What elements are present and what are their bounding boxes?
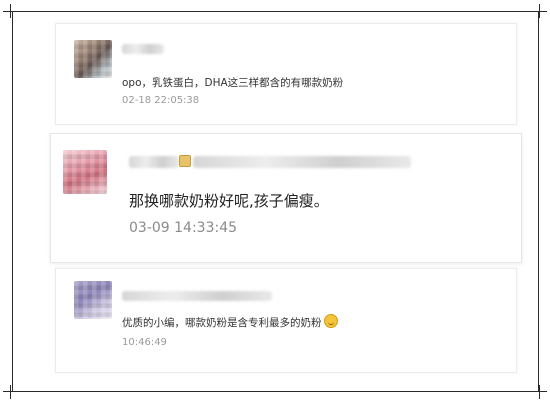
comment-text: opo，乳铁蛋白，DHA这三样都含的有哪款奶粉 [122, 77, 344, 89]
avatar[interactable] [63, 150, 107, 194]
comment-text: 优质的小编，哪款奶粉是含专利最多的奶粉 [122, 314, 338, 330]
comment-card: 优质的小编，哪款奶粉是含专利最多的奶粉 10:46:49 [55, 268, 517, 373]
blurred-username [193, 156, 411, 168]
avatar[interactable] [74, 281, 112, 319]
comment-text-content: 优质的小编，哪款奶粉是含专利最多的奶粉 [122, 317, 322, 329]
comment-card: 那换哪款奶粉好呢,孩子偏瘦。 03-09 14:33:45 [50, 133, 522, 263]
frame-corner-mark [533, 4, 547, 18]
comment-timestamp: 02-18 22:05:38 [122, 95, 200, 106]
blurred-username [122, 44, 164, 54]
comment-timestamp: 10:46:49 [122, 337, 167, 348]
frame-corner-mark [533, 385, 547, 399]
frame-corner-mark [3, 385, 17, 399]
comment-text: 那换哪款奶粉好呢,孩子偏瘦。 [129, 192, 329, 210]
badge-icon [179, 155, 191, 167]
comment-timestamp: 03-09 14:33:45 [129, 220, 238, 236]
blurred-username [129, 156, 179, 168]
frame-corner-mark [3, 4, 17, 18]
grinning-emoji-icon [323, 314, 338, 328]
comment-card: opo，乳铁蛋白，DHA这三样都含的有哪款奶粉 02-18 22:05:38 [55, 23, 517, 125]
blurred-username [122, 291, 272, 301]
avatar[interactable] [74, 40, 112, 78]
